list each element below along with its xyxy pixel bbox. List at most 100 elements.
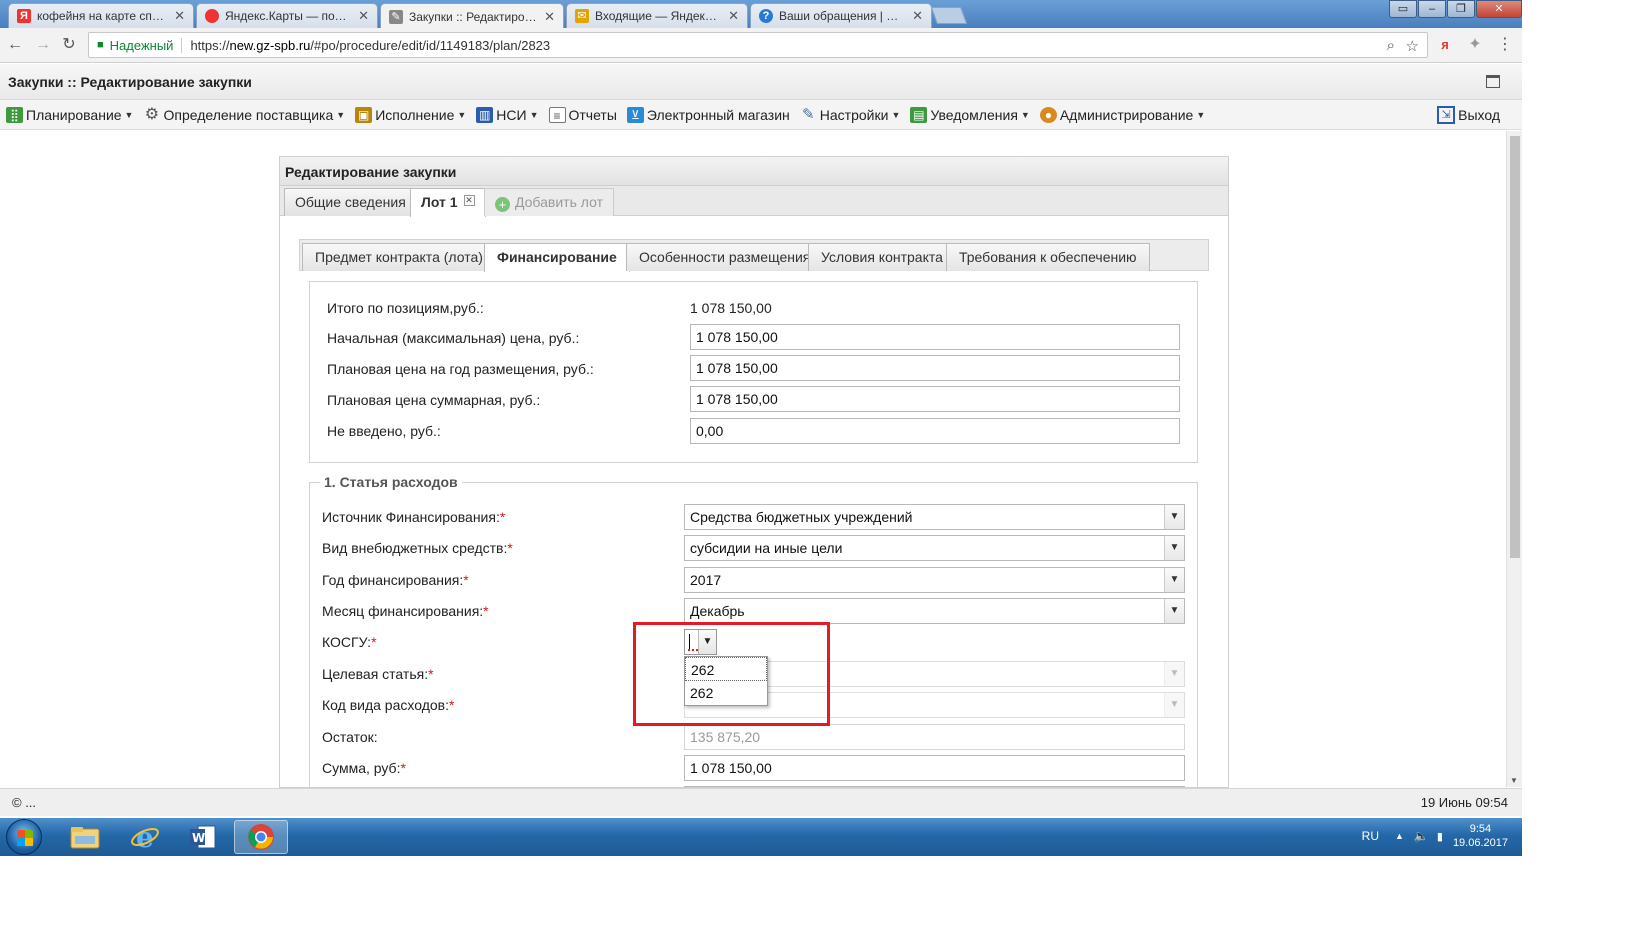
network-icon[interactable]: ▮ [1437, 830, 1443, 843]
not-entered-input[interactable]: 0,00 [690, 418, 1180, 444]
plan-year-input[interactable]: 1 078 150,00 [690, 355, 1180, 381]
scroll-down-icon[interactable]: ▼ [1510, 776, 1518, 785]
add-lot-button[interactable]: + Добавить лот [484, 188, 614, 216]
sum-input[interactable]: 1 078 150,00 [684, 755, 1185, 781]
logout-button[interactable]: ⇲ Выход [1437, 106, 1500, 124]
user-icon: ● [1039, 106, 1057, 123]
language-indicator[interactable]: RU [1362, 829, 1379, 843]
close-tab-icon[interactable]: ✕ [912, 8, 923, 24]
svg-text:e: e [136, 822, 154, 852]
close-tab-icon[interactable]: ✕ [544, 9, 555, 25]
app-status-bar: © ... 19 Июнь 09:54 [0, 788, 1522, 816]
source-select[interactable]: Средства бюджетных учреждений ▼ [684, 504, 1185, 530]
chevron-down-icon[interactable]: ▼ [1164, 536, 1184, 560]
tab-financing[interactable]: Финансирование [484, 243, 630, 272]
zoom-icon[interactable]: ⌕ [1387, 37, 1395, 54]
secure-label: Надежный [110, 37, 183, 53]
offbudget-label: Вид внебюджетных средств:* [322, 540, 513, 556]
totals-box: Итого по позициям,руб.: 1 078 150,00 Нач… [309, 281, 1198, 463]
tab-security-requirements[interactable]: Требования к обеспечению [946, 243, 1150, 271]
chevron-down-icon[interactable]: ▼ [1164, 505, 1184, 529]
bookmark-star-icon[interactable]: ☆ [1406, 37, 1419, 55]
url-text[interactable]: https://new.gz-spb.ru/#po/procedure/edit… [190, 38, 550, 53]
menu-notifications[interactable]: ▤ Уведомления ▼ [910, 106, 1030, 123]
wrench-icon: ✎ [801, 105, 815, 123]
month-select[interactable]: Декабрь ▼ [684, 598, 1185, 624]
taskbar-word[interactable]: W [176, 820, 230, 854]
taskbar-ie[interactable]: e [118, 820, 172, 854]
browser-tab-5[interactable]: ? Ваши обращения | Help ✕ [750, 3, 932, 28]
new-tab-button[interactable] [930, 7, 968, 24]
back-arrow-icon[interactable]: ← [6, 36, 24, 54]
yandex-extension-icon[interactable]: я [1436, 36, 1454, 54]
close-window-button[interactable]: ✕ [1476, 0, 1522, 18]
browser-tab-3-active[interactable]: ✎ Закупки :: Редактирован ✕ [380, 3, 564, 29]
taskbar-clock[interactable]: 9:54 19.06.2017 [1453, 822, 1508, 850]
reload-icon[interactable]: ↻ [60, 36, 78, 54]
kosgu-label: КОСГУ:* [322, 634, 377, 650]
book-icon: ▥ [476, 106, 494, 123]
close-tab-icon[interactable]: ✕ [728, 8, 739, 24]
menu-admin[interactable]: ● Администрирование ▼ [1039, 106, 1205, 123]
tab-lot-1[interactable]: Лот 1 ✕ [410, 188, 486, 217]
windows-taskbar: e W RU ▲ 🔈 ▮ 9:54 19.06.2017 [0, 818, 1522, 856]
start-button[interactable] [6, 819, 42, 855]
menu-execution[interactable]: ▣ Исполнение ▼ [355, 106, 466, 123]
lot-tabs: Общие сведения Лот 1 ✕ + Добавить лот [280, 186, 1228, 217]
nmc-input[interactable]: 1 078 150,00 [690, 324, 1180, 350]
window-controls: ▭ – ❐ ✕ [1388, 0, 1522, 18]
items-total-label: Итого по позициям,руб.: [327, 300, 484, 316]
maximize-panel-icon[interactable] [1486, 75, 1500, 88]
maximize-button[interactable]: ❐ [1447, 0, 1475, 18]
offbudget-select[interactable]: субсидии на иные цели ▼ [684, 535, 1185, 561]
items-total-value: 1 078 150,00 [690, 300, 772, 316]
user-profile-button[interactable]: ▭ [1389, 0, 1417, 18]
taskbar-chrome[interactable] [234, 820, 288, 854]
chevron-down-icon[interactable]: ▼ [1164, 568, 1184, 592]
year-label: Год финансирования:* [322, 572, 469, 588]
menu-supplier[interactable]: ⚙ Определение поставщика ▼ [143, 106, 345, 123]
notification-icon: ▤ [910, 106, 928, 123]
tray-expand-icon[interactable]: ▲ [1395, 831, 1404, 841]
chevron-down-icon[interactable]: ▼ [1164, 662, 1184, 686]
extension-icon[interactable]: ✦ [1466, 36, 1484, 54]
tab-contract-terms[interactable]: Условия контракта [808, 243, 956, 271]
tab-placement[interactable]: Особенности размещения [626, 243, 824, 271]
highlight-annotation-box [633, 622, 830, 726]
browser-menu-icon[interactable]: ⋮ [1496, 36, 1514, 54]
minimize-button[interactable]: – [1418, 0, 1446, 18]
tab-contract-subject[interactable]: Предмет контракта (лота) [302, 243, 496, 271]
chrome-icon [248, 824, 274, 850]
browser-tab-1[interactable]: Я кофейня на карте спб – ✕ [8, 3, 194, 28]
taskbar-explorer[interactable] [58, 820, 112, 854]
tab-general-info[interactable]: Общие сведения [284, 188, 417, 216]
plan-total-input[interactable]: 1 078 150,00 [690, 386, 1180, 412]
menu-reports[interactable]: ≡ Отчеты [548, 106, 617, 123]
balance-input: 135 875,20 [684, 724, 1185, 750]
forward-arrow-icon[interactable]: → [34, 36, 52, 54]
url-bar[interactable]: ■ Надежный https://new.gz-spb.ru/#po/pro… [88, 32, 1428, 58]
volume-icon[interactable]: 🔈 [1414, 829, 1429, 843]
chevron-down-icon[interactable]: ▼ [1164, 599, 1184, 623]
scrollbar-thumb[interactable] [1510, 136, 1520, 558]
close-lot-icon[interactable]: ✕ [463, 195, 475, 206]
chevron-down-icon[interactable]: ▼ [1164, 693, 1184, 717]
close-tab-icon[interactable]: ✕ [358, 8, 369, 24]
browser-tab-2[interactable]: Яндекс.Карты — подро ✕ [196, 3, 378, 28]
menu-eshop[interactable]: ⊻ Электронный магазин [626, 106, 790, 123]
vertical-scrollbar[interactable]: ▼ [1506, 131, 1522, 787]
app-header: Закупки :: Редактирование закупки [0, 64, 1522, 100]
browser-tab-4[interactable]: ✉ Входящие — Яндекс.По ✕ [566, 3, 748, 28]
svg-text:W: W [192, 831, 205, 845]
menu-settings[interactable]: ✎ Настройки ▼ [800, 105, 900, 123]
plus-icon: + [495, 197, 510, 212]
year-select[interactable]: 2017 ▼ [684, 567, 1185, 593]
month-label: Месяц финансирования:* [322, 603, 489, 619]
menu-planning[interactable]: ⣿ Планирование ▼ [6, 106, 133, 123]
source-label: Источник Финансирования:* [322, 509, 506, 525]
menu-nsi[interactable]: ▥ НСИ ▼ [476, 106, 539, 123]
close-tab-icon[interactable]: ✕ [174, 8, 185, 24]
lock-icon: ■ [97, 39, 104, 51]
address-bar-row: ← → ↻ ■ Надежный https://new.gz-spb.ru/#… [0, 28, 1522, 63]
finance-subtabs: Предмет контракта (лота) Финансирование … [299, 239, 1209, 272]
